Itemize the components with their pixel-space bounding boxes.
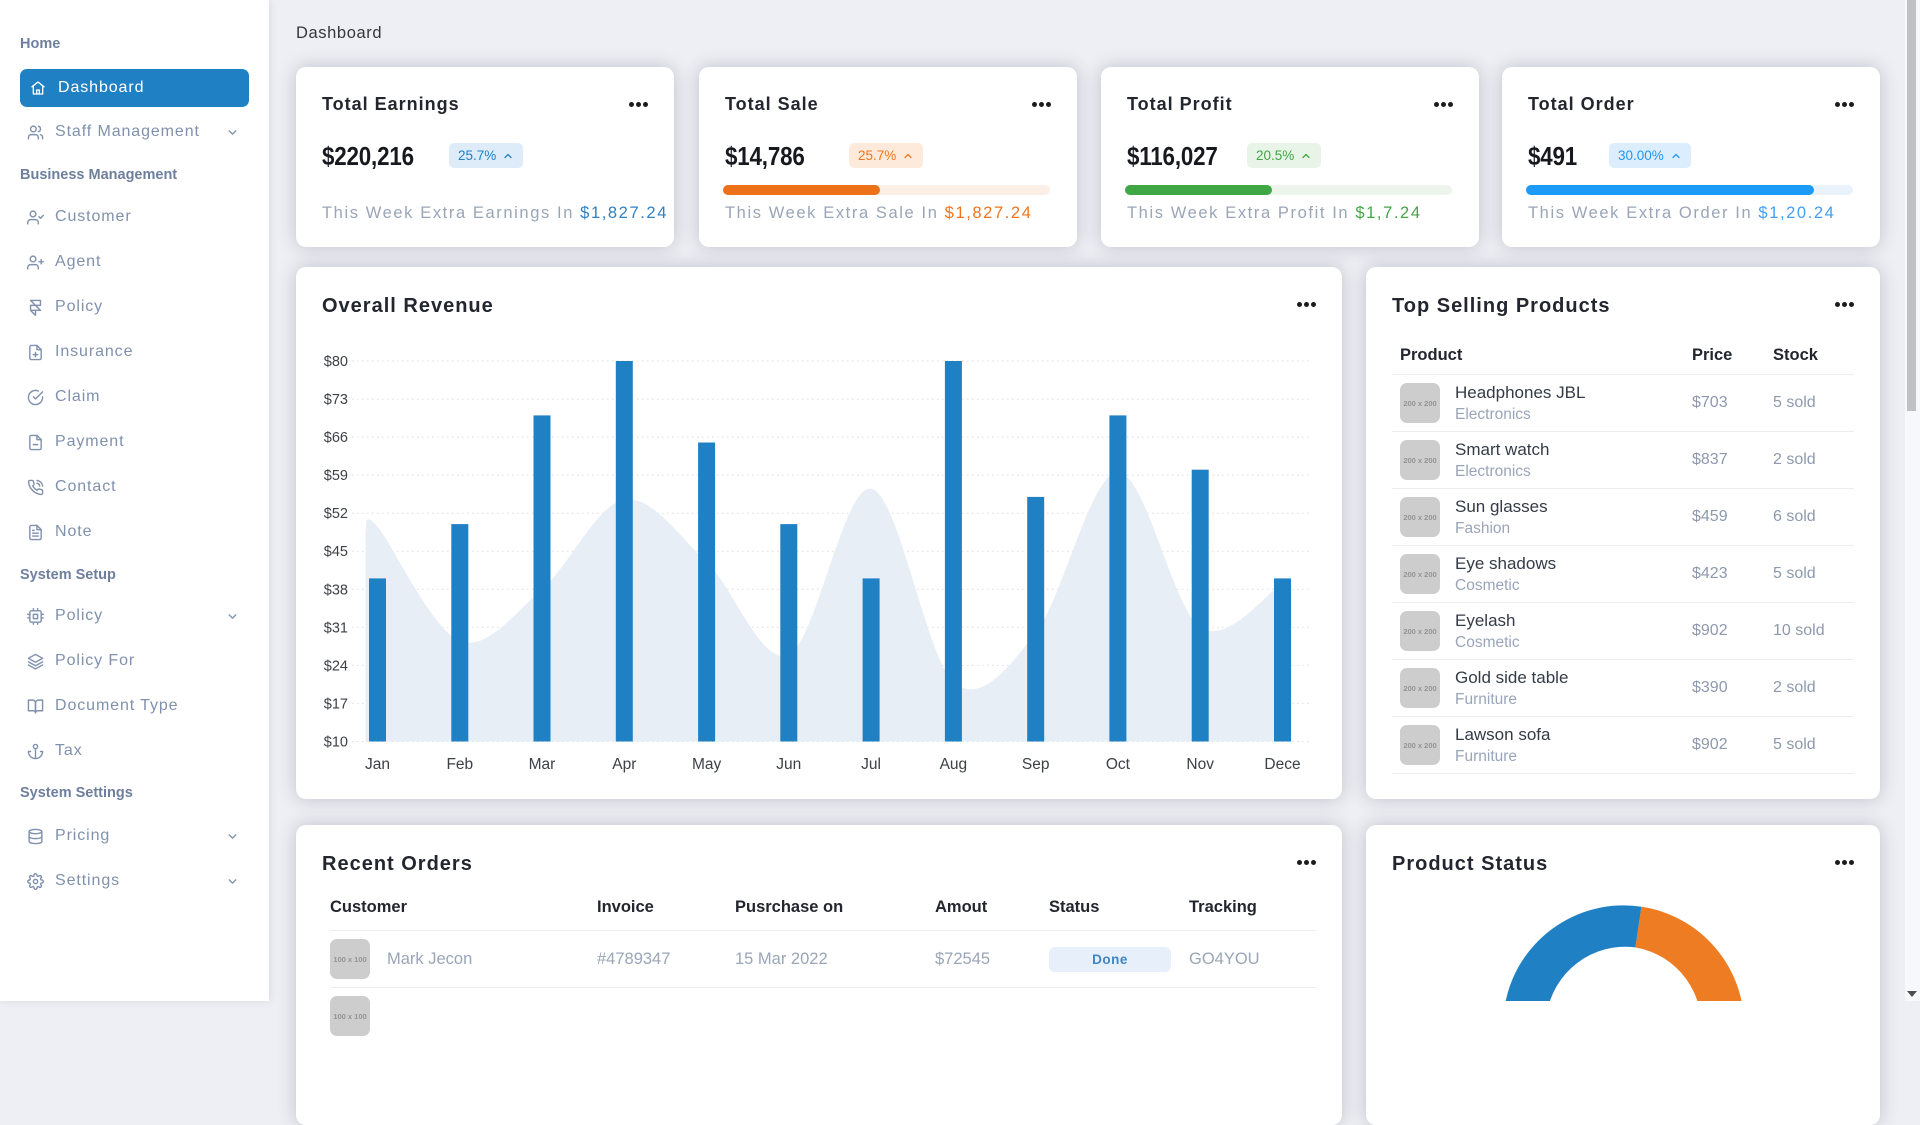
svg-text:$80: $80	[324, 354, 348, 370]
svg-text:Sep: Sep	[1022, 756, 1050, 773]
svg-text:Jun: Jun	[776, 756, 801, 773]
svg-text:$38: $38	[324, 582, 348, 598]
svg-text:$45: $45	[324, 544, 348, 560]
svg-text:Jan: Jan	[365, 756, 390, 773]
svg-text:Aug: Aug	[940, 756, 968, 773]
svg-text:Jul: Jul	[861, 756, 881, 773]
svg-text:$59: $59	[324, 468, 348, 484]
svg-text:$10: $10	[324, 735, 348, 751]
svg-text:$66: $66	[324, 430, 348, 446]
svg-text:Nov: Nov	[1186, 756, 1214, 773]
svg-text:Apr: Apr	[612, 756, 636, 773]
svg-text:$31: $31	[324, 620, 348, 636]
svg-text:May: May	[692, 756, 722, 773]
svg-text:$52: $52	[324, 506, 348, 522]
svg-text:Dece: Dece	[1264, 756, 1300, 773]
svg-text:$73: $73	[324, 392, 348, 408]
svg-text:Feb: Feb	[446, 756, 473, 773]
svg-text:$17: $17	[324, 696, 348, 712]
svg-text:Mar: Mar	[529, 756, 556, 773]
svg-text:$24: $24	[324, 658, 348, 674]
svg-text:Oct: Oct	[1106, 756, 1131, 773]
